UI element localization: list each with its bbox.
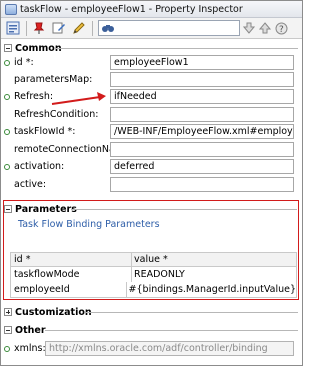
parameters-subtitle: Task Flow Binding Parameters [18,219,160,230]
required-marker-icon [4,93,10,100]
toolbar-separator [92,20,93,36]
find-next-icon[interactable] [242,21,256,35]
parameters-table: id * value * taskflowMode READONLY emplo… [10,252,297,298]
toolbar-separator [26,20,27,36]
collapse-icon[interactable] [4,205,12,213]
marker-placeholder [4,147,10,153]
section-divider [71,209,297,210]
property-label: RefreshCondition: [14,109,99,120]
property-value-field[interactable] [110,107,294,122]
property-inspector-icon [5,3,17,15]
table-cell[interactable]: employeeId [11,284,126,295]
marker-placeholder [4,77,10,83]
property-row: taskFlowId *: /WEB-INF/EmployeeFlow.xml#e… [4,123,298,140]
property-value: employeeFlow1 [114,57,189,68]
property-value-field[interactable]: /WEB-INF/EmployeeFlow.xml#employeeFlow [110,124,294,139]
property-row: id *: employeeFlow1 [4,54,298,71]
property-label: parametersMap: [14,74,93,85]
property-label: taskFlowId *: [14,126,76,137]
property-value-field[interactable]: deferred [110,159,294,174]
marker-placeholder [4,182,10,188]
property-label: activation: [14,161,65,172]
property-label: remoteConnectionName: [14,144,134,155]
property-value-field[interactable]: ifNeeded [110,89,294,104]
property-row: Refresh: ifNeeded [4,88,298,105]
property-value-field[interactable] [110,177,294,192]
property-value: deferred [114,161,155,172]
property-row: RefreshCondition: [4,106,298,123]
toolbar: ? [1,18,302,39]
xmlns-label: xmlns: [14,343,46,354]
table-row[interactable]: employeeId #{bindings.ManagerId.inputVal… [11,282,296,297]
property-label: Refresh: [14,91,54,102]
property-value: /WEB-INF/EmployeeFlow.xml#employeeFlow [114,126,293,137]
property-label: id *: [14,57,34,68]
table-cell[interactable]: taskflowMode [11,269,131,280]
required-marker-icon [4,59,10,66]
find-previous-icon[interactable] [258,21,272,35]
marker-placeholder [4,112,10,118]
table-cell[interactable]: #{bindings.ManagerId.inputValue} [125,282,296,297]
property-row: remoteConnectionName: [4,141,298,158]
property-row: parametersMap: [4,71,298,88]
window-title: taskFlow - employeeFlow1 - Property Insp… [20,3,243,15]
property-value-field[interactable] [110,72,294,87]
property-row: activation: deferred [4,158,298,175]
pin-icon[interactable] [31,20,47,36]
required-marker-icon [4,163,10,170]
section-divider [45,330,298,331]
table-row[interactable]: taskflowMode READONLY [11,267,296,282]
table-cell[interactable]: READONLY [131,267,296,282]
search-input[interactable] [98,20,240,36]
property-label: active: [14,179,47,190]
section-divider [54,48,298,49]
property-value: ifNeeded [114,91,157,102]
property-value-field[interactable]: employeeFlow1 [110,55,294,70]
xmlns-field[interactable]: http://xmlns.oracle.com/adf/controller/b… [45,341,294,356]
pencil-icon[interactable] [71,20,87,36]
edit-icon[interactable] [51,20,67,36]
section-parameters-label: Parameters [15,203,77,215]
section-divider [86,312,298,313]
required-marker-icon [4,128,10,135]
help-icon[interactable]: ? [274,21,288,35]
column-header-id[interactable]: id * [11,254,131,265]
property-value-field[interactable] [110,142,294,157]
section-customization-label: Customization [15,306,92,318]
required-marker-icon [4,345,10,352]
property-row: active: [4,176,298,193]
section-other-label: Other [15,324,46,336]
binoculars-icon [102,25,114,32]
title-bar: taskFlow - employeeFlow1 - Property Insp… [1,1,302,18]
collapse-icon[interactable] [4,326,12,334]
svg-text:?: ? [279,25,284,35]
properties-icon[interactable] [5,20,21,36]
table-header: id * value * [11,253,296,267]
column-header-value[interactable]: value * [131,253,296,266]
collapse-icon[interactable] [4,44,12,52]
expand-icon[interactable] [4,308,12,316]
